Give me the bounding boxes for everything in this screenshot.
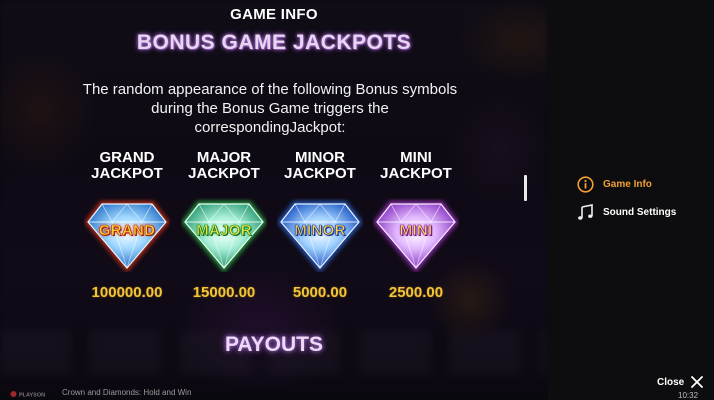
jackpot-minor: MINOR JACKPOT MINOR 5000.00 [270,150,370,301]
gem-label: MINI [399,222,433,240]
jackpot-label: GRAND JACKPOT [77,150,177,186]
jackpot-mini: MINI JACKPOT MINI 2500.00 [366,150,466,301]
jackpot-major: MAJOR JACKPOT MAJOR 15000.00 [174,150,274,301]
close-button[interactable]: Close [657,375,704,389]
jackpot-label: MAJOR JACKPOT [174,150,274,186]
jackpot-amount: 15000.00 [192,284,256,301]
jackpot-amount: 100000.00 [91,284,163,301]
gem-label: GRAND [98,222,156,240]
gem-label: MAJOR [196,222,252,240]
jackpot-grand: GRAND JACKPOT GRAND 100000.00 [77,150,177,301]
clock-time: 10:32 [678,391,699,400]
jackpot-label-line2: JACKPOT [91,165,163,182]
jackpot-label-line1: MINOR [295,149,345,166]
music-note-icon [578,204,593,220]
page-title: GAME INFO [230,6,318,23]
section-title-bonus-jackpots: BONUS GAME JACKPOTS [136,31,412,54]
sidebar-item-label: Game Info [603,179,652,190]
jackpot-amount: 2500.00 [388,284,444,301]
jackpot-label-line2: JACKPOT [188,165,260,182]
jackpot-label-line2: JACKPOT [380,165,452,182]
sidebar [548,0,714,400]
sidebar-item-game-info[interactable]: Game Info [577,176,652,193]
info-icon [577,176,594,193]
close-label: Close [657,376,685,388]
jackpot-amount: 5000.00 [292,284,348,301]
bonus-description: The random appearance of the following B… [82,81,458,136]
jackpot-label-line2: JACKPOT [284,165,356,182]
section-title-payouts: PAYOUTS [224,333,324,356]
jackpot-label-line1: MAJOR [196,149,252,166]
svg-text:PLAYSON: PLAYSON [19,393,45,399]
diamond-minor-icon: MINOR [277,198,363,272]
scrollbar-thumb[interactable] [524,175,527,201]
gem-label: MINOR [294,222,346,240]
footer-game-name: Crown and Diamonds: Hold and Win [62,388,192,397]
jackpot-label: MINI JACKPOT [366,150,466,186]
diamond-mini-icon: MINI [373,198,459,272]
diamond-grand-icon: GRAND [84,198,170,272]
jackpot-label: MINOR JACKPOT [270,150,370,186]
sidebar-item-label: Sound Settings [603,207,677,218]
jackpot-label-line1: GRAND [99,149,155,166]
sidebar-item-sound-settings[interactable]: Sound Settings [577,204,676,221]
playson-logo: PLAYSON [10,391,45,399]
diamond-major-icon: MAJOR [181,198,267,272]
close-icon [691,376,704,388]
jackpot-label-line1: MINI [400,149,432,166]
